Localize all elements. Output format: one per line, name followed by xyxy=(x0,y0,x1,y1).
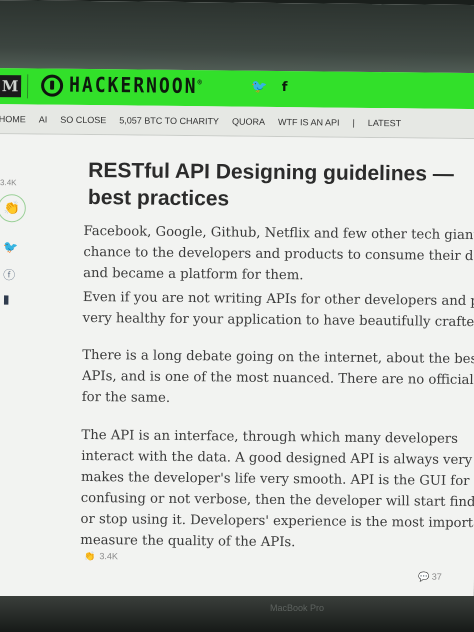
bottom-clap-bar[interactable]: 👏 3.4K xyxy=(84,551,118,562)
social-links: 🐦 f xyxy=(251,80,298,95)
nav-item-wtf-api[interactable]: WTF IS AN API xyxy=(278,116,340,127)
topic-nav: HOME AI SO CLOSE 5,057 BTC TO CHARITY QU… xyxy=(0,103,474,140)
nav-item-so-close[interactable]: SO CLOSE xyxy=(60,114,106,124)
clap-count: 3.4K xyxy=(0,178,17,188)
article-title: RESTful API Designing guidelines — best … xyxy=(88,157,469,215)
clap-icon: 👏 xyxy=(3,200,20,216)
paragraph-line: measure the quality of the APIs. xyxy=(80,532,296,551)
clap-button[interactable]: 👏 xyxy=(0,194,26,223)
site-header: M HACKERNOON® 🐦 f xyxy=(0,67,474,110)
bezel-model-label: MacBook Pro xyxy=(270,603,325,613)
screen-bezel-top xyxy=(0,0,474,74)
comment-icon: 💬 xyxy=(417,571,430,582)
nav-item-btc-charity[interactable]: 5,057 BTC TO CHARITY xyxy=(119,115,219,126)
laptop-screen: M HACKERNOON® 🐦 f HOME AI SO CLOSE 5,057… xyxy=(0,0,474,606)
bottom-clap-icon: 👏 xyxy=(84,550,96,562)
article-body: 3.4K 👏 🐦 ⓕ ▮ RESTful API Designing guide… xyxy=(0,133,474,606)
paragraph-line: for the same. xyxy=(81,389,171,406)
bottom-clap-count: 3.4K xyxy=(99,551,118,562)
paragraph-line: and became a platform for them. xyxy=(83,265,304,284)
nav-item-latest[interactable]: LATEST xyxy=(368,117,401,127)
logo-divider xyxy=(26,74,29,99)
title-line-2: best practices xyxy=(87,185,230,211)
response-count-value: 37 xyxy=(431,571,442,582)
share-twitter-icon[interactable]: 🐦 xyxy=(3,240,18,254)
paragraph-line: very healthy for your application to hav… xyxy=(82,310,474,331)
hackernoon-brand[interactable]: HACKERNOON® xyxy=(69,73,204,99)
hackernoon-logo-icon[interactable] xyxy=(40,74,64,97)
share-facebook-icon[interactable]: ⓕ xyxy=(3,266,15,283)
screen-bezel-bottom xyxy=(0,596,474,632)
brand-text: HACKERNOON xyxy=(68,73,198,99)
nav-item-ai[interactable]: AI xyxy=(39,114,48,124)
nav-item-quora[interactable]: QUORA xyxy=(232,116,265,126)
medium-logo[interactable]: M xyxy=(0,75,22,98)
facebook-icon[interactable]: f xyxy=(282,80,288,95)
nav-separator: | xyxy=(352,117,355,128)
brand-mark: ® xyxy=(197,78,204,88)
response-count[interactable]: 💬 37 xyxy=(418,571,442,582)
twitter-icon[interactable]: 🐦 xyxy=(251,80,267,95)
nav-item-home[interactable]: HOME xyxy=(0,114,26,124)
title-line-1: RESTful API Designing guidelines — xyxy=(88,158,454,186)
bookmark-icon[interactable]: ▮ xyxy=(3,292,10,306)
